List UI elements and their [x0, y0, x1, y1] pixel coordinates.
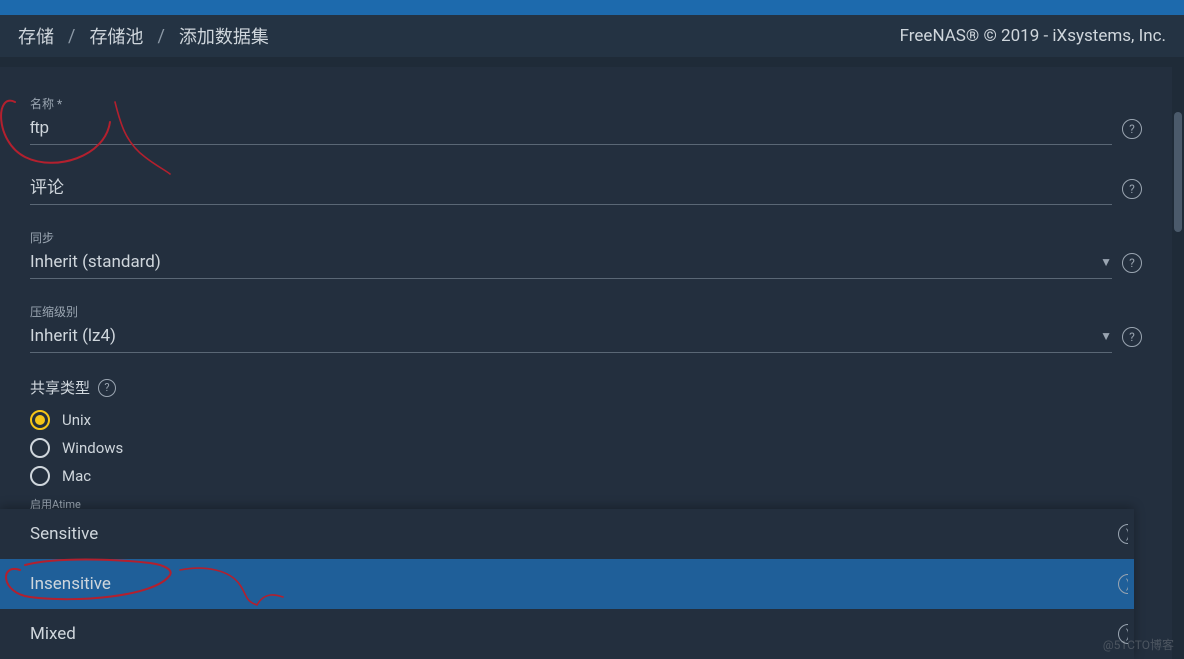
- comment-input[interactable]: 评论: [30, 173, 64, 198]
- name-input[interactable]: [30, 118, 1112, 138]
- help-icon[interactable]: ?: [1122, 119, 1142, 139]
- radio-label-unix: Unix: [62, 411, 91, 429]
- compression-select-value: Inherit (lz4): [30, 326, 1100, 346]
- help-icon[interactable]: ?: [98, 379, 116, 397]
- help-icon[interactable]: ?: [1122, 327, 1142, 347]
- name-field-label: 名称 *: [30, 95, 1112, 112]
- chevron-down-icon: ▼: [1100, 329, 1112, 343]
- radio-icon: [30, 438, 50, 458]
- dropdown-option-sensitive[interactable]: Sensitive ): [0, 509, 1134, 559]
- breadcrumb-item-add-dataset[interactable]: 添加数据集: [179, 23, 269, 49]
- radio-label-mac: Mac: [62, 467, 91, 485]
- radio-option-unix[interactable]: Unix: [30, 410, 1142, 430]
- radio-icon: [30, 466, 50, 486]
- sync-field-label: 同步: [30, 229, 1112, 246]
- dropdown-option-insensitive[interactable]: Insensitive ): [0, 559, 1134, 609]
- case-sensitivity-dropdown: Sensitive ) Insensitive ) Mixed ): [0, 509, 1134, 659]
- share-type-heading: 共享类型 ?: [30, 377, 1142, 398]
- breadcrumb-item-storage[interactable]: 存储: [18, 23, 54, 49]
- copyright-text: FreeNAS® © 2019 - iXsystems, Inc.: [900, 26, 1166, 46]
- top-accent-bar: [0, 0, 1184, 15]
- scrollbar-thumb[interactable]: [1174, 112, 1182, 232]
- share-type-radio-group: Unix Windows Mac: [30, 410, 1142, 486]
- compression-field-label: 压缩级别: [30, 303, 1112, 320]
- dropdown-option-label: Mixed: [30, 624, 76, 644]
- share-type-label: 共享类型: [30, 377, 90, 398]
- breadcrumb: 存储 / 存储池 / 添加数据集: [18, 23, 269, 49]
- radio-option-windows[interactable]: Windows: [30, 438, 1142, 458]
- breadcrumb-sep: /: [157, 26, 164, 47]
- watermark-text: @51CTO博客: [1103, 636, 1174, 653]
- radio-icon: [30, 410, 50, 430]
- breadcrumb-sep: /: [68, 26, 75, 47]
- breadcrumb-item-pools[interactable]: 存储池: [89, 23, 143, 49]
- sync-select-value: Inherit (standard): [30, 252, 1100, 272]
- compression-select[interactable]: Inherit (lz4) ▼: [30, 322, 1112, 353]
- dropdown-option-label: Insensitive: [30, 574, 111, 594]
- chevron-down-icon: ▼: [1100, 255, 1112, 269]
- radio-option-mac[interactable]: Mac: [30, 466, 1142, 486]
- radio-label-windows: Windows: [62, 439, 123, 457]
- breadcrumb-bar: 存储 / 存储池 / 添加数据集 FreeNAS® © 2019 - iXsys…: [0, 15, 1184, 57]
- sync-select[interactable]: Inherit (standard) ▼: [30, 248, 1112, 279]
- help-icon[interactable]: ?: [1122, 253, 1142, 273]
- dropdown-option-mixed[interactable]: Mixed ): [0, 609, 1134, 659]
- help-icon[interactable]: ?: [1122, 179, 1142, 199]
- dropdown-option-label: Sensitive: [30, 524, 98, 544]
